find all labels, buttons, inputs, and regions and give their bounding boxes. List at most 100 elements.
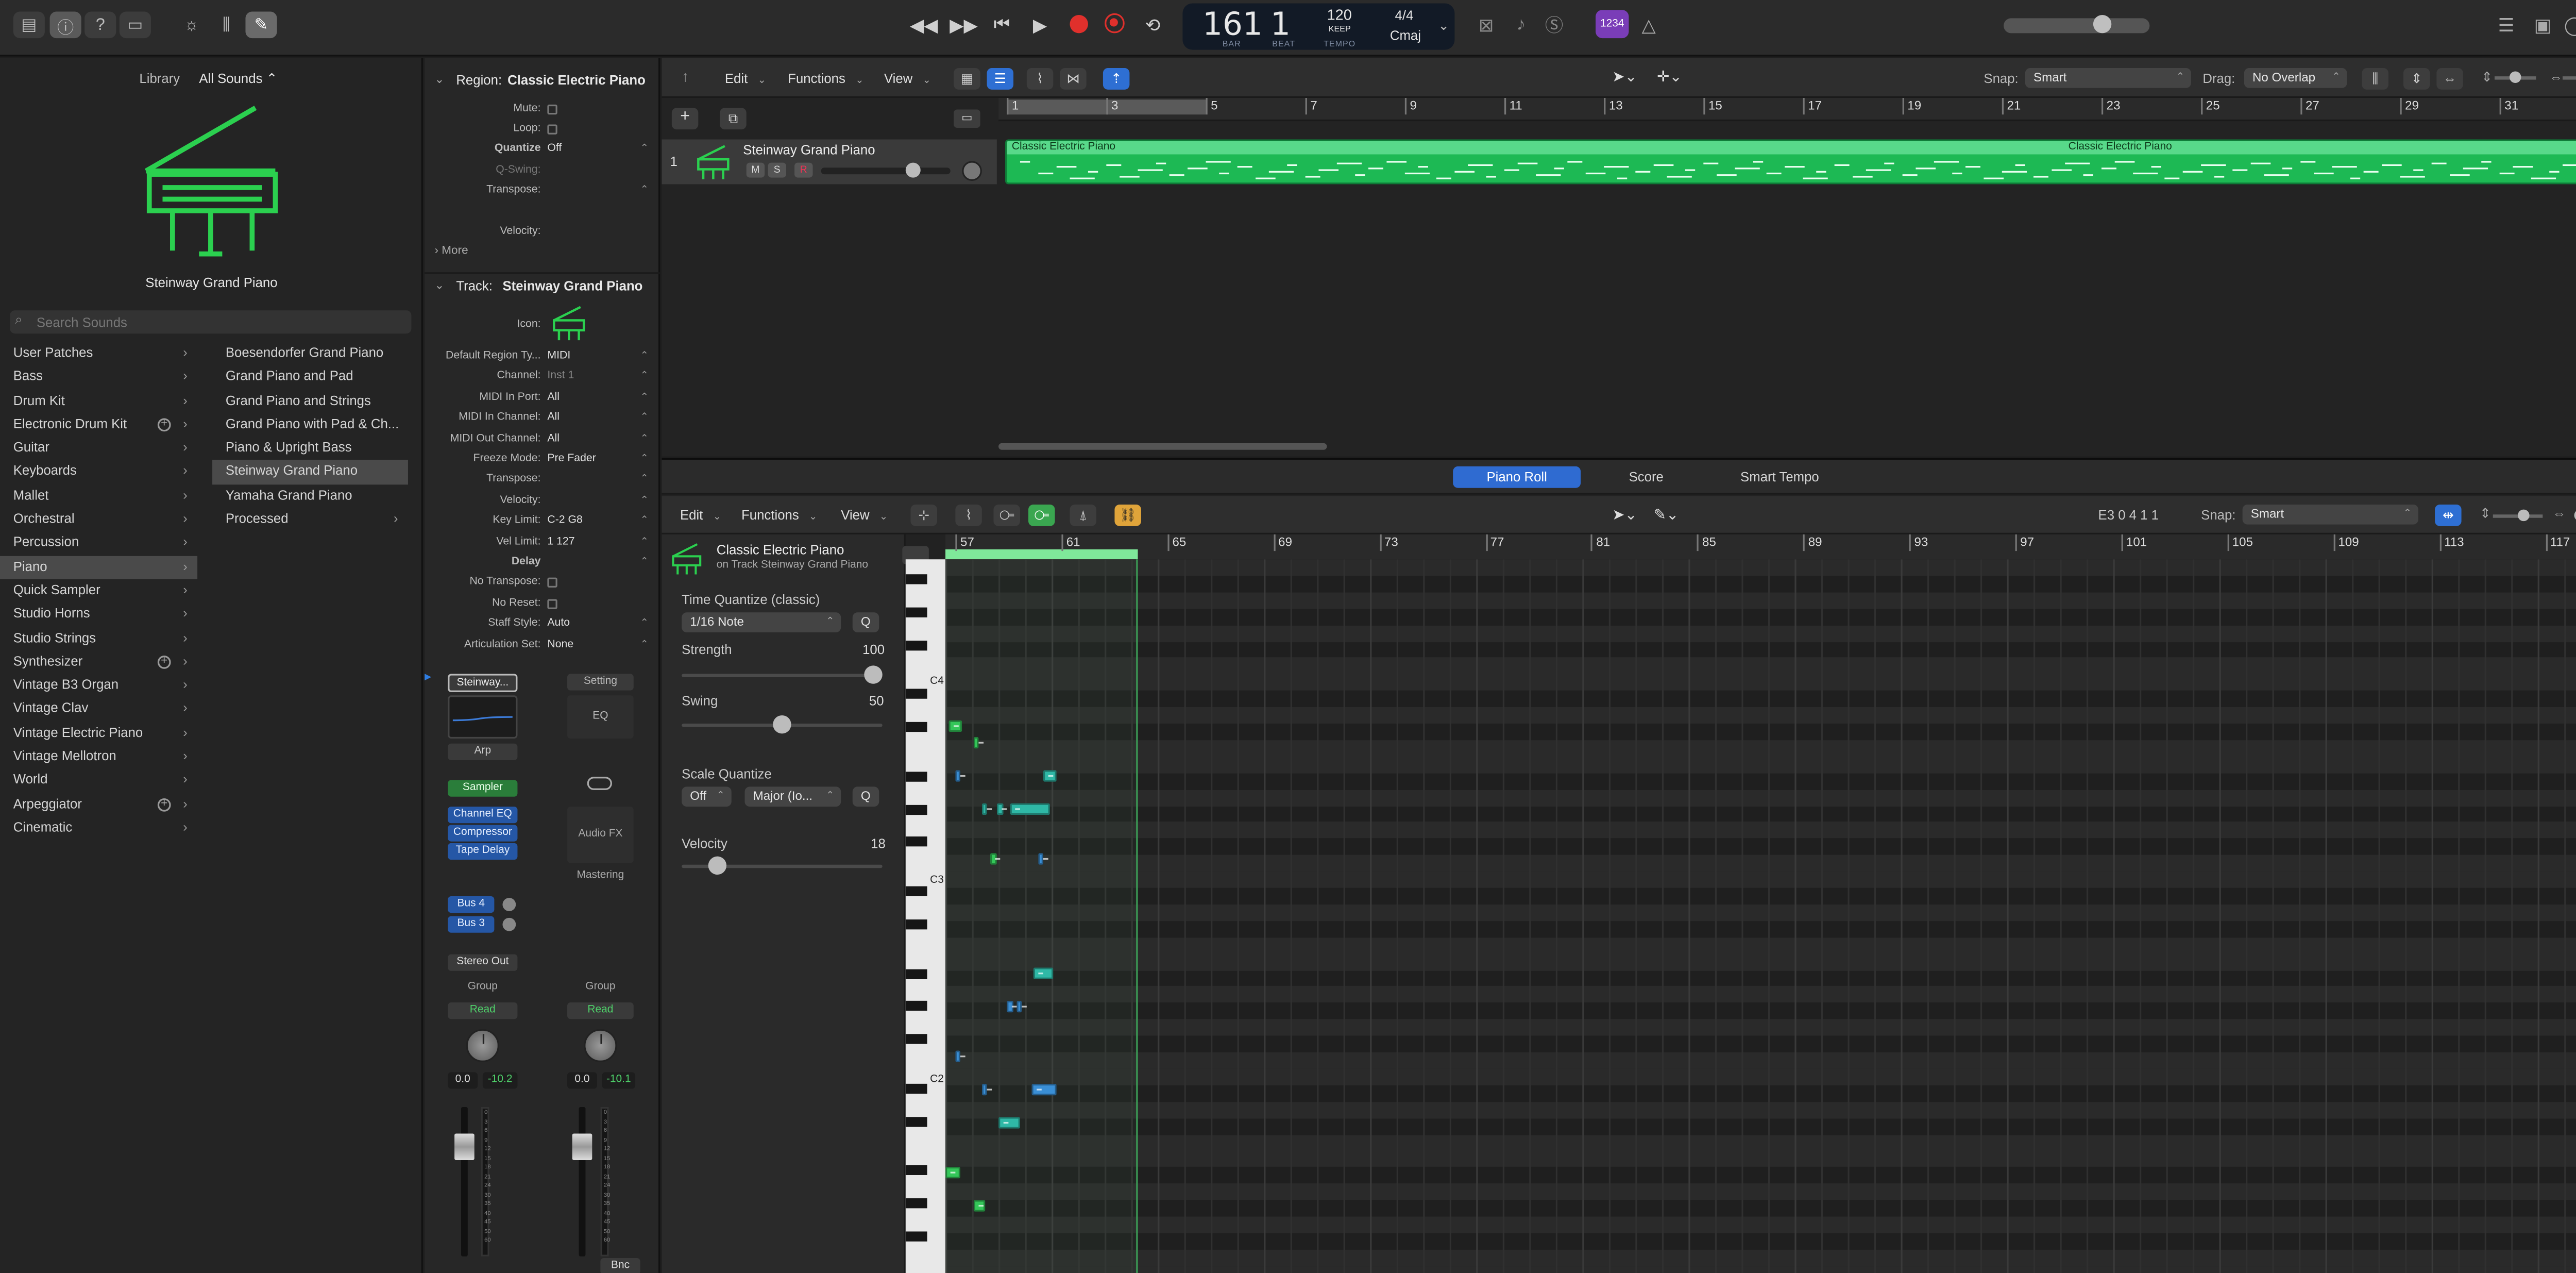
track-piano-icon[interactable] xyxy=(551,306,587,342)
black-key[interactable] xyxy=(905,1116,927,1127)
black-key[interactable] xyxy=(905,574,927,584)
grid-view-icon[interactable]: ▦ xyxy=(954,68,980,90)
list-editors-icon[interactable]: ☰ xyxy=(2495,13,2518,37)
stepper-icon[interactable]: ⌃ xyxy=(640,140,649,160)
inspector-icon[interactable]: ⓘ xyxy=(49,11,81,39)
black-key[interactable] xyxy=(905,1034,927,1044)
library-patch-item[interactable]: Boesendorfer Grand Piano xyxy=(212,342,408,365)
track-param-row[interactable]: Articulation Set: None ⌃ xyxy=(425,635,660,655)
stepper-icon[interactable]: ⌃ xyxy=(640,429,649,449)
black-key[interactable] xyxy=(905,607,927,617)
midi-note[interactable] xyxy=(998,1117,1020,1129)
black-key[interactable] xyxy=(905,886,927,896)
track-inspector-header[interactable]: ⌄ Track: Steinway Grand Piano xyxy=(425,272,660,299)
midi-note[interactable] xyxy=(1010,803,1050,815)
track-param-row[interactable]: No Reset: xyxy=(425,594,660,614)
track-pan-knob[interactable] xyxy=(962,161,982,181)
send-level-knob[interactable] xyxy=(502,917,516,931)
midi-note[interactable] xyxy=(1007,1000,1017,1013)
black-key[interactable] xyxy=(905,968,927,979)
link-chain-icon[interactable]: ⛓ xyxy=(1114,504,1141,526)
smart-controls-icon[interactable]: ☼ xyxy=(176,12,207,39)
pr-horizontal-zoom-icon[interactable]: ⇔ xyxy=(2553,506,2566,521)
tab-piano-roll[interactable]: Piano Roll xyxy=(1453,466,1581,488)
tracks-horizontal-scrollbar[interactable] xyxy=(998,443,1327,450)
midi-note[interactable] xyxy=(955,770,965,782)
midi-note[interactable] xyxy=(948,720,962,732)
black-key[interactable] xyxy=(905,1001,927,1012)
pr-zoom-fit-icon[interactable]: ⇹ xyxy=(2435,504,2462,526)
automation-mode-button[interactable]: Read xyxy=(448,1002,518,1019)
replace-icon[interactable]: ⊠ xyxy=(1475,13,1498,37)
library-patch-item[interactable]: Grand Piano and Strings xyxy=(212,389,408,413)
tuner-icon[interactable]: ♪ xyxy=(1510,13,1533,37)
note-pad-icon[interactable]: ▣ xyxy=(2531,13,2554,37)
cycle-icon[interactable]: ⟲ xyxy=(1141,13,1164,37)
black-key[interactable] xyxy=(905,722,927,732)
mastering-button[interactable]: Mastering xyxy=(567,868,634,884)
black-key[interactable] xyxy=(905,1231,927,1242)
track-param-row[interactable]: No Transpose: xyxy=(425,573,660,593)
piano-roll-grid[interactable] xyxy=(945,559,2576,1273)
pan-knob[interactable] xyxy=(584,1029,617,1062)
black-key[interactable] xyxy=(905,689,927,699)
horizontal-zoom-slider-icon[interactable]: ⇔ xyxy=(2549,70,2563,85)
volume-fader-cap[interactable] xyxy=(572,1133,592,1160)
horizontal-zoom-icon[interactable]: ⇔ xyxy=(2436,68,2463,90)
add-track-button[interactable]: + xyxy=(671,108,699,130)
peak-readout[interactable]: -10.1 xyxy=(602,1072,636,1089)
snap-popup[interactable]: Smart ⌃ xyxy=(2025,68,2191,88)
strength-knob[interactable] xyxy=(864,665,883,684)
pr-edit-menu[interactable]: Edit ⌄ xyxy=(673,505,728,526)
stepper-icon[interactable]: ⌃ xyxy=(640,614,649,634)
scale-mode-popup[interactable]: Major (Io... ⌃ xyxy=(744,786,841,807)
automation-icon[interactable]: ⌇ xyxy=(955,504,982,526)
sampler-plugin-button[interactable]: Sampler xyxy=(448,780,518,797)
stepper-icon[interactable]: ⌃ xyxy=(640,511,649,531)
track-volume-slider[interactable] xyxy=(821,167,951,175)
pointer-tool-icon[interactable]: ➤⌄ xyxy=(1612,68,1637,86)
pr-view-menu[interactable]: View ⌄ xyxy=(834,505,894,526)
track-param-row[interactable]: MIDI Out Channel: All ⌃ xyxy=(425,429,660,449)
automation-icon[interactable]: ⌇ xyxy=(1026,68,1054,90)
track-param-row[interactable]: Velocity: ⌃ xyxy=(425,491,660,511)
lcd-chevron-down-icon[interactable]: ⌄ xyxy=(1438,18,1449,33)
midi-note[interactable] xyxy=(981,1083,992,1096)
midi-note[interactable] xyxy=(1016,1000,1027,1013)
library-patch-item[interactable]: Grand Piano and Pad xyxy=(212,365,408,389)
library-category-item[interactable]: Piano › xyxy=(0,555,198,579)
pr-vertical-zoom-icon[interactable]: ⇕ xyxy=(2480,506,2491,521)
library-category-item[interactable]: User Patches › xyxy=(0,342,197,365)
output-slot-button[interactable]: Stereo Out xyxy=(448,954,518,971)
library-patch-item[interactable]: Grand Piano with Pad & Ch... xyxy=(212,413,408,437)
region-param-row[interactable]: Mute: xyxy=(425,99,660,120)
peak-readout[interactable]: -10.2 xyxy=(482,1072,518,1089)
loop-browser-icon[interactable]: ◯ xyxy=(2563,13,2576,37)
track-param-row[interactable]: Staff Style: Auto ⌃ xyxy=(425,614,660,634)
track-param-row[interactable]: Key Limit: C-2 G8 ⌃ xyxy=(425,511,660,531)
tab-smart-tempo[interactable]: Smart Tempo xyxy=(1718,466,1841,488)
library-category-item[interactable]: Studio Strings › xyxy=(0,627,197,650)
black-key[interactable] xyxy=(905,836,927,847)
black-key[interactable] xyxy=(905,1083,927,1094)
bounce-button[interactable]: Bnc xyxy=(600,1258,640,1273)
editors-icon[interactable]: ✎ xyxy=(245,11,277,39)
solo-button[interactable]: S xyxy=(768,162,786,178)
link-icon[interactable] xyxy=(587,777,612,790)
instrument-slot-button[interactable]: Steinway... xyxy=(448,674,518,692)
channel-eq-plugin[interactable]: Channel EQ xyxy=(448,807,518,824)
record-enable-button[interactable]: R xyxy=(794,162,813,178)
black-key[interactable] xyxy=(905,1165,927,1176)
pr-snap-popup[interactable]: Smart ⌃ xyxy=(2242,504,2418,525)
pr-functions-menu[interactable]: Functions ⌄ xyxy=(735,505,824,526)
stepper-icon[interactable]: ⌃ xyxy=(640,532,649,552)
send-bus-3[interactable]: Bus 3 xyxy=(448,916,495,933)
tracks-functions-menu[interactable]: Functions ⌄ xyxy=(781,68,870,90)
piano-keyboard[interactable]: C4 C3 C2 xyxy=(905,559,946,1273)
checkbox[interactable] xyxy=(547,578,557,589)
toolbar-icon[interactable]: ▭ xyxy=(119,11,151,39)
stepper-icon[interactable]: ⌃ xyxy=(640,552,649,573)
volume-readout[interactable]: 0.0 xyxy=(448,1072,478,1089)
checkbox[interactable] xyxy=(547,124,557,135)
drag-popup[interactable]: No Overlap ⌃ xyxy=(2244,68,2347,88)
